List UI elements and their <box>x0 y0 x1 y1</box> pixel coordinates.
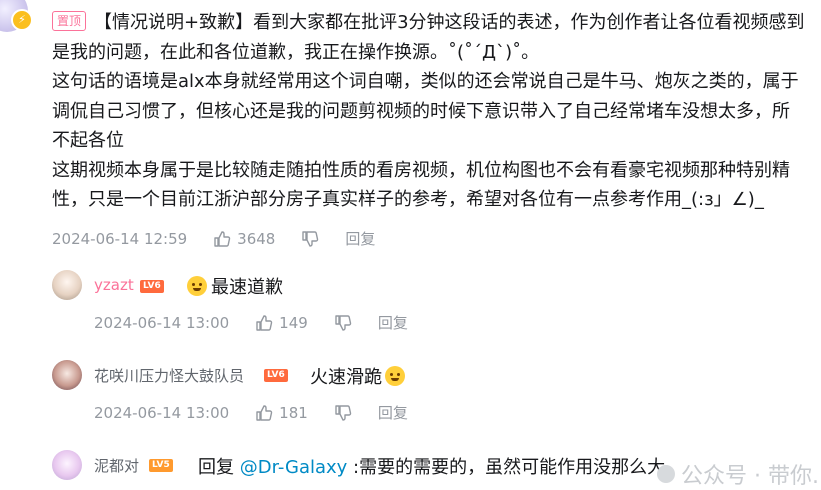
dislike-button[interactable] <box>334 404 352 422</box>
avatar[interactable] <box>52 450 82 480</box>
avatar[interactable] <box>52 270 82 300</box>
level-badge: LV5 <box>149 459 173 472</box>
pinned-comment: 置顶 【情况说明+致歉】看到大家都在批评3分钟这段话的表述，作为创作者让各位看视频… <box>52 8 821 215</box>
emoji-face-icon <box>187 276 207 296</box>
comment-line: 这句话的语境是alx本身就经常用这个词自嘲，类似的还会常说自己是牛马、炮灰之类的… <box>52 71 799 92</box>
reply-date: 2024-06-14 13:00 <box>94 313 230 332</box>
username[interactable]: 花咲川压力怪大鼓队员 <box>94 365 244 386</box>
username[interactable]: yzazt <box>94 276 134 294</box>
comment-line: 置顶 【情况说明+致歉】看到大家都在批评3分钟这段话的表述，作为创作者让各位看视频… <box>52 8 821 38</box>
like-count: 149 <box>279 313 308 332</box>
reply-date: 2024-06-14 13:00 <box>94 403 230 422</box>
like-button[interactable]: 3648 <box>213 230 275 248</box>
avatar[interactable] <box>52 360 82 390</box>
reply-text: 火速滑跪 <box>310 363 409 389</box>
reply-button[interactable]: 回复 <box>378 402 408 423</box>
level-badge: LV6 <box>264 369 288 382</box>
comment-line: 是我的问题，在此和各位道歉，我正在操作换源。˚(˚´Д`)˚。 <box>52 41 540 63</box>
level-badge: LV6 <box>140 280 164 293</box>
comment-meta: 2024-06-14 12:59 3648 回复 <box>52 228 375 249</box>
comment-line: 性，只是一个目前江浙沪部分房子真实样子的参考，希望对各位有一点参考作用_(:з」… <box>52 189 764 210</box>
reply-text: 回复 @Dr-Galaxy :需要的需要的，虽然可能作用没那么大 <box>198 457 666 478</box>
thumbs-down-icon <box>335 314 352 331</box>
reply-text: 最速道歉 <box>187 273 283 299</box>
reply-button[interactable]: 回复 <box>378 312 408 333</box>
wechat-icon <box>657 465 676 483</box>
lightning-badge-icon: ⚡ <box>11 9 33 31</box>
like-count: 3648 <box>237 229 276 248</box>
reply-button[interactable]: 回复 <box>345 228 375 249</box>
mention-link[interactable]: @Dr-Galaxy <box>240 457 348 478</box>
username[interactable]: 泥都对 <box>94 455 139 476</box>
thumbs-down-icon <box>335 404 352 421</box>
comment-line: 这期视频本身属于是比较随走随拍性质的看房视频，机位构图也不会有看豪宅视频那种特别… <box>52 159 790 181</box>
thumbs-up-icon <box>214 230 231 247</box>
thumbs-down-icon <box>302 230 319 247</box>
dislike-button[interactable] <box>334 314 352 332</box>
comment-line: 不起各位 <box>52 130 124 151</box>
like-count: 181 <box>279 403 308 422</box>
pinned-badge: 置顶 <box>52 11 87 31</box>
dislike-button[interactable] <box>301 230 319 248</box>
reply-meta: 2024-06-14 13:00 181 回复 <box>94 402 408 423</box>
reply-meta: 2024-06-14 13:00 149 回复 <box>94 312 408 333</box>
thumbs-up-icon <box>256 404 273 421</box>
like-button[interactable]: 181 <box>255 404 308 422</box>
comment-line: 调侃自己习惯了，但核心还是我的问题剪视频的时候下意识带入了自己经常堵车没想太多，… <box>52 100 790 122</box>
like-button[interactable]: 149 <box>255 314 308 332</box>
watermark: 公众号 · 带你... <box>657 458 821 490</box>
thumbs-up-icon <box>256 314 273 331</box>
emoji-face-icon <box>385 366 405 386</box>
comment-date: 2024-06-14 12:59 <box>52 229 188 248</box>
